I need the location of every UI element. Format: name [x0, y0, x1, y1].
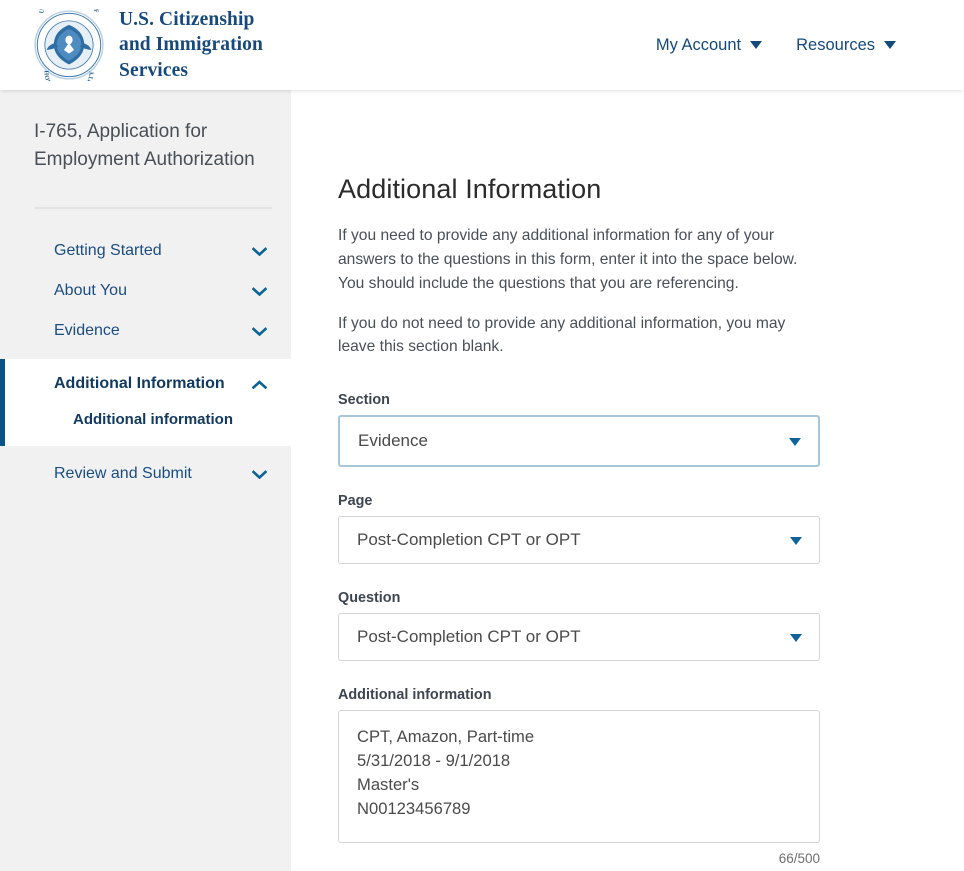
question-label: Question	[338, 590, 401, 607]
chevron-down-icon	[252, 469, 267, 479]
page-select-value: Post-Completion CPT or OPT	[357, 530, 581, 550]
dhs-seal-icon: U.S. DEPARTMENT OF HOMELAND SECURITY	[34, 9, 104, 81]
field-page: Page Post-Completion CPT or OPT	[338, 493, 820, 565]
sidebar-subitem-label: Additional information	[73, 411, 233, 429]
sidebar-group-getting-started: Getting Started	[0, 231, 291, 271]
sidebar-item-label: Evidence	[54, 322, 120, 340]
section-select-value: Evidence	[358, 431, 428, 451]
sidebar-item-about-you[interactable]: About You	[0, 271, 291, 311]
question-select-value: Post-Completion CPT or OPT	[357, 627, 581, 647]
intro-paragraph-2: If you do not need to provide any additi…	[338, 314, 786, 356]
sidebar-group-additional-information: Additional Information Additional inform…	[0, 359, 291, 447]
main-inner: Additional Information If you need to pr…	[338, 174, 820, 866]
nav-resources-label: Resources	[796, 35, 875, 54]
sidebar-item-label: Additional Information	[54, 375, 225, 393]
chevron-down-icon	[884, 41, 896, 49]
nav-my-account[interactable]: My Account	[655, 35, 763, 55]
sidebar-nav: Getting Started About You Evidence Addit…	[0, 231, 291, 494]
page-select[interactable]: Post-Completion CPT or OPT	[338, 516, 820, 565]
sidebar: I-765, Application for Employment Author…	[0, 90, 291, 871]
sidebar-subitem-additional-information[interactable]: Additional information	[5, 404, 291, 435]
caret-down-icon	[789, 438, 801, 447]
sidebar-group-review-and-submit: Review and Submit	[0, 454, 291, 494]
caret-down-icon	[790, 537, 802, 546]
nav-resources[interactable]: Resources	[796, 36, 896, 55]
character-counter: 66/500	[778, 851, 820, 867]
sidebar-item-evidence[interactable]: Evidence	[0, 311, 291, 351]
page-label: Page	[338, 493, 373, 510]
uscis-form-page: U.S. DEPARTMENT OF HOMELAND SECURITY U.S…	[0, 0, 964, 871]
chevron-down-icon	[252, 286, 267, 296]
body-wrap: I-765, Application for Employment Author…	[0, 90, 964, 871]
sidebar-group-about-you: About You	[0, 271, 291, 311]
additional-information-textarea[interactable]: CPT, Amazon, Part-time 5/31/2018 - 9/1/2…	[338, 710, 820, 844]
additional-information-label: Additional information	[338, 687, 492, 704]
sidebar-item-getting-started[interactable]: Getting Started	[0, 231, 291, 271]
chevron-down-icon	[252, 246, 267, 256]
sidebar-item-label: Getting Started	[54, 242, 162, 260]
sidebar-item-review-and-submit[interactable]: Review and Submit	[0, 454, 291, 494]
sidebar-item-label: Review and Submit	[54, 465, 192, 483]
sidebar-item-label: About You	[54, 282, 127, 300]
form-title: I-765, Application for Employment Author…	[34, 121, 255, 170]
chevron-down-icon	[750, 41, 763, 49]
brand-title: U.S. Citizenship and Immigration Service…	[119, 9, 263, 81]
sidebar-item-additional-information[interactable]: Additional Information	[5, 364, 291, 404]
field-additional-information: Additional information CPT, Amazon, Part…	[338, 687, 820, 866]
main-content: Additional Information If you need to pr…	[291, 90, 964, 871]
sidebar-group-evidence: Evidence	[0, 311, 291, 351]
caret-down-icon	[790, 634, 802, 643]
section-label: Section	[338, 392, 390, 409]
section-select[interactable]: Evidence	[338, 415, 820, 468]
sidebar-divider	[34, 207, 272, 210]
page-title: Additional Information	[338, 174, 602, 204]
brand-lockup[interactable]: U.S. DEPARTMENT OF HOMELAND SECURITY U.S…	[33, 7, 263, 82]
question-select[interactable]: Post-Completion CPT or OPT	[338, 613, 820, 662]
intro-paragraph-1: If you need to provide any additional in…	[338, 227, 798, 292]
site-header: U.S. DEPARTMENT OF HOMELAND SECURITY U.S…	[0, 0, 964, 90]
field-section: Section Evidence	[338, 392, 820, 468]
chevron-down-icon	[252, 326, 267, 336]
field-question: Question Post-Completion CPT or OPT	[338, 590, 820, 662]
chevron-up-icon	[252, 379, 267, 389]
header-nav: My Account Resources	[656, 36, 934, 55]
nav-my-account-label: My Account	[655, 35, 742, 54]
